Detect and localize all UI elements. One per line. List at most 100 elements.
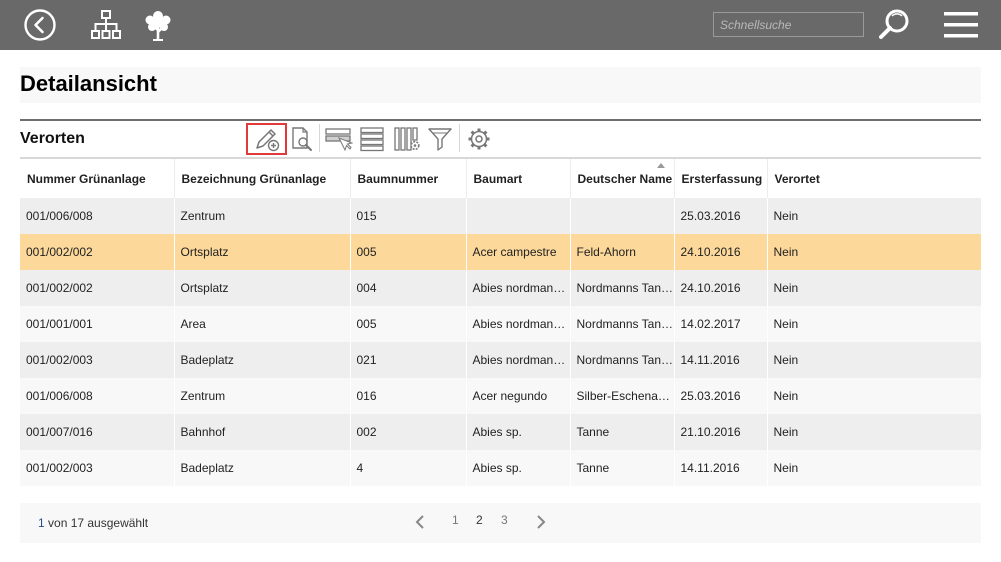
- column-header[interactable]: Baumnummer: [350, 158, 467, 198]
- table-cell: Tanne: [570, 450, 675, 486]
- filter-button[interactable]: [424, 123, 456, 155]
- table-cell: 001/006/008: [20, 378, 175, 414]
- table-cell: Abies sp.: [466, 450, 571, 486]
- table-cell: 001/002/002: [20, 234, 175, 270]
- table-cell: 25.03.2016: [674, 198, 768, 234]
- table-row[interactable]: 001/002/002 Ortsplatz 004 Abies nordmann…: [20, 270, 981, 306]
- table-row[interactable]: 001/007/016 Bahnhof 002 Abies sp. Tanne …: [20, 414, 981, 450]
- list-rows-icon: [360, 127, 384, 152]
- table-cell: Silber-Eschenahorn: [570, 378, 675, 414]
- section-title: Verorten: [20, 130, 85, 147]
- table-cell: Nein: [773, 389, 799, 403]
- table-footer: 1 von 17 ausgewählt 1 2 3: [20, 503, 981, 543]
- table-row[interactable]: 001/006/008 Zentrum 015 25.03.2016 Nein: [20, 198, 981, 234]
- settings-button[interactable]: [463, 123, 495, 155]
- table-cell: 001/001/001: [20, 306, 175, 342]
- table-cell: Nein: [773, 317, 799, 331]
- table-row[interactable]: 001/006/008 Zentrum 016 Acer negundo Sil…: [20, 378, 981, 414]
- column-header[interactable]: Bezeichnung Grünanlage: [174, 158, 351, 198]
- table-cell: 24.10.2016: [674, 234, 768, 270]
- list-rows-button[interactable]: [356, 123, 388, 155]
- table-cell: Ortsplatz: [174, 270, 351, 306]
- table-cell: Badeplatz: [174, 450, 351, 486]
- page-1[interactable]: 1: [452, 513, 459, 527]
- table-cell: Bahnhof: [174, 414, 351, 450]
- table-cell: Nordmanns Tanne: [570, 342, 675, 378]
- back-circle-icon[interactable]: [22, 0, 58, 50]
- table-cell: Abies nordmanniana: [466, 306, 571, 342]
- page-3[interactable]: 3: [501, 513, 508, 527]
- table-row[interactable]: 001/002/003 Badeplatz 4 Abies sp. Tanne …: [20, 450, 981, 486]
- toolbar-separator: [459, 124, 460, 152]
- table-cell: 002: [350, 414, 467, 450]
- row-select-icon: [325, 128, 353, 152]
- title-band: [20, 67, 981, 103]
- table-cell: Acer negundo: [466, 378, 571, 414]
- filter-icon: [428, 128, 452, 151]
- column-header[interactable]: Nummer Grünanlage: [20, 158, 175, 198]
- selected-text: von 17 ausgewählt: [44, 516, 149, 530]
- table-cell: Nordmanns Tanne: [570, 306, 675, 342]
- edit-add-icon: [255, 129, 279, 152]
- page-title: Detailansicht: [20, 71, 157, 96]
- page-2-current[interactable]: 2: [476, 513, 483, 527]
- table-cell: 001/002/002: [20, 270, 175, 306]
- table-cell: Zentrum: [174, 198, 351, 234]
- table-cell: Badeplatz: [174, 342, 351, 378]
- table-cell: 14.11.2016: [674, 342, 768, 378]
- table-cell: 004: [350, 270, 467, 306]
- document-search-button[interactable]: [287, 123, 317, 155]
- table-cell: Nein: [773, 245, 799, 259]
- data-table: Nummer Grünanlage Bezeichnung Grünanlage…: [20, 157, 981, 486]
- table-row[interactable]: 001/001/001 Area 005 Abies nordmanniana …: [20, 306, 981, 342]
- sort-ascending-icon: [656, 163, 665, 168]
- column-header-sorted[interactable]: Deutscher Name: [570, 158, 675, 198]
- table-cell: 14.02.2017: [674, 306, 768, 342]
- table-cell: 4: [350, 450, 467, 486]
- table-cell: Nein: [773, 281, 799, 295]
- table-cell: 25.03.2016: [674, 378, 768, 414]
- table-cell: Abies nordmanniana: [466, 342, 571, 378]
- selection-count: 1 von 17 ausgewählt: [38, 516, 148, 530]
- table-cell: 14.11.2016: [674, 450, 768, 486]
- table-cell: 21.10.2016: [674, 414, 768, 450]
- table-cell: 005: [350, 306, 467, 342]
- table-cell: Acer campestre: [466, 234, 571, 270]
- table-cell: 001/006/008: [20, 198, 175, 234]
- search-input[interactable]: [713, 12, 864, 37]
- table-cell: [570, 198, 675, 234]
- table-cell: 001/007/016: [20, 414, 175, 450]
- table-row[interactable]: 001/002/003 Badeplatz 021 Abies nordmann…: [20, 342, 981, 378]
- table-cell: 021: [350, 342, 467, 378]
- table-cell: Tanne: [570, 414, 675, 450]
- hamburger-menu-icon[interactable]: [942, 0, 980, 50]
- table-cell: Nein: [773, 425, 799, 439]
- table-cell: Nein: [773, 353, 799, 367]
- table-cell: Area: [174, 306, 351, 342]
- previous-page-icon[interactable]: [414, 514, 426, 535]
- section-divider: [20, 119, 981, 121]
- top-bar: [0, 0, 1001, 50]
- columns-settings-button[interactable]: [391, 123, 423, 155]
- search-icon[interactable]: [876, 0, 914, 50]
- table-cell: Abies sp.: [466, 414, 571, 450]
- tree-icon[interactable]: [140, 0, 176, 50]
- table-cell: Nordmanns Tanne: [570, 270, 675, 306]
- column-header[interactable]: Ersterfassung: [674, 158, 768, 198]
- table-cell: Feld-Ahorn: [570, 234, 675, 270]
- edit-add-button[interactable]: [246, 123, 287, 155]
- table-cell: Abies nordmanniana: [466, 270, 571, 306]
- table-row-selected[interactable]: 001/002/002 Ortsplatz 005 Acer campestre…: [20, 234, 981, 270]
- table-cell: Nein: [773, 209, 799, 223]
- row-select-button[interactable]: [322, 123, 354, 155]
- hierarchy-icon[interactable]: [88, 0, 124, 50]
- table-cell: [466, 198, 571, 234]
- document-search-icon: [292, 127, 312, 151]
- next-page-icon[interactable]: [535, 514, 547, 535]
- column-header[interactable]: Verortet: [767, 158, 981, 198]
- toolbar-separator: [319, 124, 320, 152]
- columns-settings-icon: [394, 127, 420, 151]
- table-cell: 005: [350, 234, 467, 270]
- gear-icon: [468, 128, 490, 150]
- column-header[interactable]: Baumart: [466, 158, 571, 198]
